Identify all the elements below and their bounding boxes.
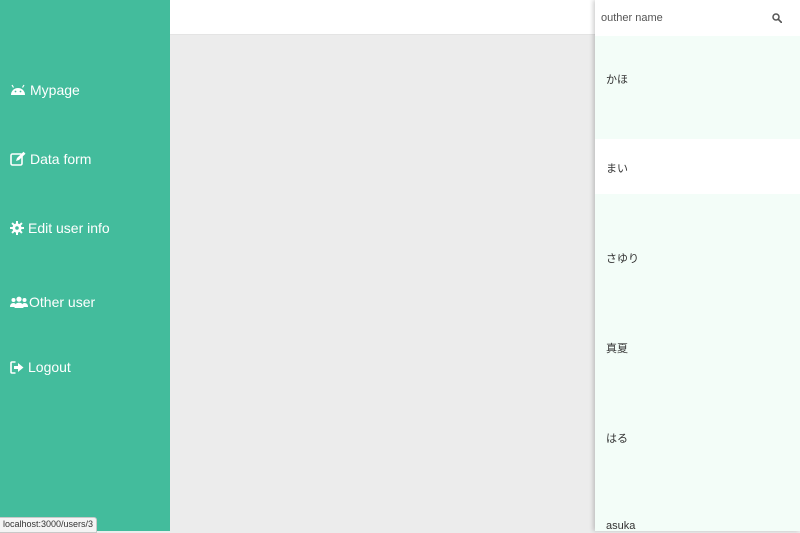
sidebar-item-other-user[interactable]: Other user xyxy=(10,294,95,310)
user-name: まい xyxy=(606,163,628,175)
search-icon[interactable] xyxy=(772,13,782,23)
edit-icon xyxy=(10,151,26,166)
users-icon xyxy=(10,296,28,308)
user-list-item[interactable]: まい xyxy=(595,139,800,194)
sidebar-item-edit-user-info[interactable]: Edit user info xyxy=(10,220,110,236)
gear-icon xyxy=(10,221,24,235)
search-input[interactable] xyxy=(601,8,761,28)
main-content-area xyxy=(170,35,595,531)
user-list-item[interactable]: さゆり xyxy=(595,194,800,304)
sidebar: Mypage Data form Edit user info Other us… xyxy=(0,0,170,531)
sidebar-item-logout[interactable]: Logout xyxy=(10,359,71,375)
user-name: 真夏 xyxy=(606,343,628,355)
sidebar-item-mypage[interactable]: Mypage xyxy=(10,82,80,98)
sidebar-item-data-form[interactable]: Data form xyxy=(10,151,91,167)
top-bar xyxy=(170,0,595,35)
sidebar-item-label: Other user xyxy=(29,294,96,310)
search-bar xyxy=(595,0,800,36)
user-list-item[interactable]: はる xyxy=(595,394,800,484)
user-list-item[interactable]: 真夏 xyxy=(595,304,800,394)
user-list-item[interactable]: かほ xyxy=(595,36,800,139)
user-list-item[interactable]: asuka xyxy=(595,484,800,531)
user-name: はる xyxy=(606,433,628,445)
other-users-panel: かほ まい さゆり 真夏 はる asuka xyxy=(595,0,800,531)
sidebar-item-label: Logout xyxy=(28,359,71,375)
sidebar-item-label: Edit user info xyxy=(28,220,110,236)
user-name: かほ xyxy=(606,74,628,86)
sidebar-item-label: Mypage xyxy=(30,82,80,98)
user-name: asuka xyxy=(606,520,636,531)
sidebar-item-label: Data form xyxy=(30,151,92,167)
android-icon xyxy=(11,84,25,95)
user-name: さゆり xyxy=(606,253,639,265)
sign-out-icon xyxy=(10,360,24,374)
